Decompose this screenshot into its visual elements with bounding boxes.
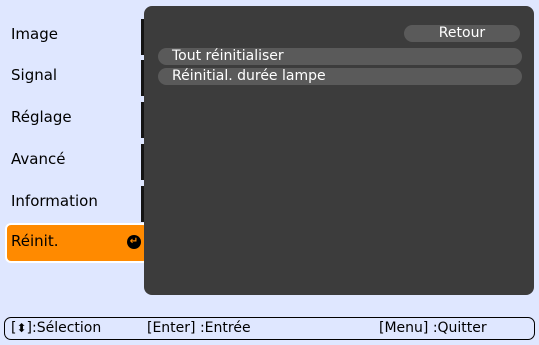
- sidebar-item-reinit[interactable]: Réinit. ↵: [5, 223, 149, 263]
- enter-icon: ↵: [127, 235, 141, 249]
- sidebar-item-label: Réinit.: [11, 232, 59, 250]
- option-label: Tout réinitialiser: [172, 48, 284, 64]
- sidebar-item-signal[interactable]: Signal: [5, 57, 157, 96]
- sidebar-item-image[interactable]: Image: [5, 16, 157, 55]
- reset-all-option[interactable]: Tout réinitialiser: [158, 48, 522, 65]
- help-statusbar: [⬍]:Sélection [Enter] :Entrée [Menu] :Qu…: [4, 317, 535, 340]
- select-hint: [⬍]:Sélection: [11, 320, 102, 336]
- sidebar-item-avance[interactable]: Avancé: [5, 141, 157, 180]
- submenu-panel: Retour Tout réinitialiser Réinitial. dur…: [144, 6, 534, 295]
- sidebar-item-label: Image: [11, 25, 58, 43]
- sidebar-item-label: Signal: [11, 66, 58, 84]
- sidebar-item-label: Réglage: [11, 108, 72, 126]
- sidebar-item-information[interactable]: Information: [5, 183, 157, 222]
- up-down-arrows-icon: ⬍: [16, 321, 27, 335]
- option-label: Réinitial. durée lampe: [172, 68, 326, 84]
- reset-lamp-hours-option[interactable]: Réinitial. durée lampe: [158, 68, 522, 85]
- enter-hint: [Enter] :Entrée: [147, 320, 251, 336]
- back-button[interactable]: Retour: [404, 25, 520, 42]
- sidebar-item-reglage[interactable]: Réglage: [5, 99, 157, 138]
- menu-hint: [Menu] :Quitter: [379, 320, 487, 336]
- back-button-label: Retour: [438, 25, 486, 41]
- sidebar-item-label: Avancé: [11, 150, 66, 168]
- sidebar-item-label: Information: [11, 192, 98, 210]
